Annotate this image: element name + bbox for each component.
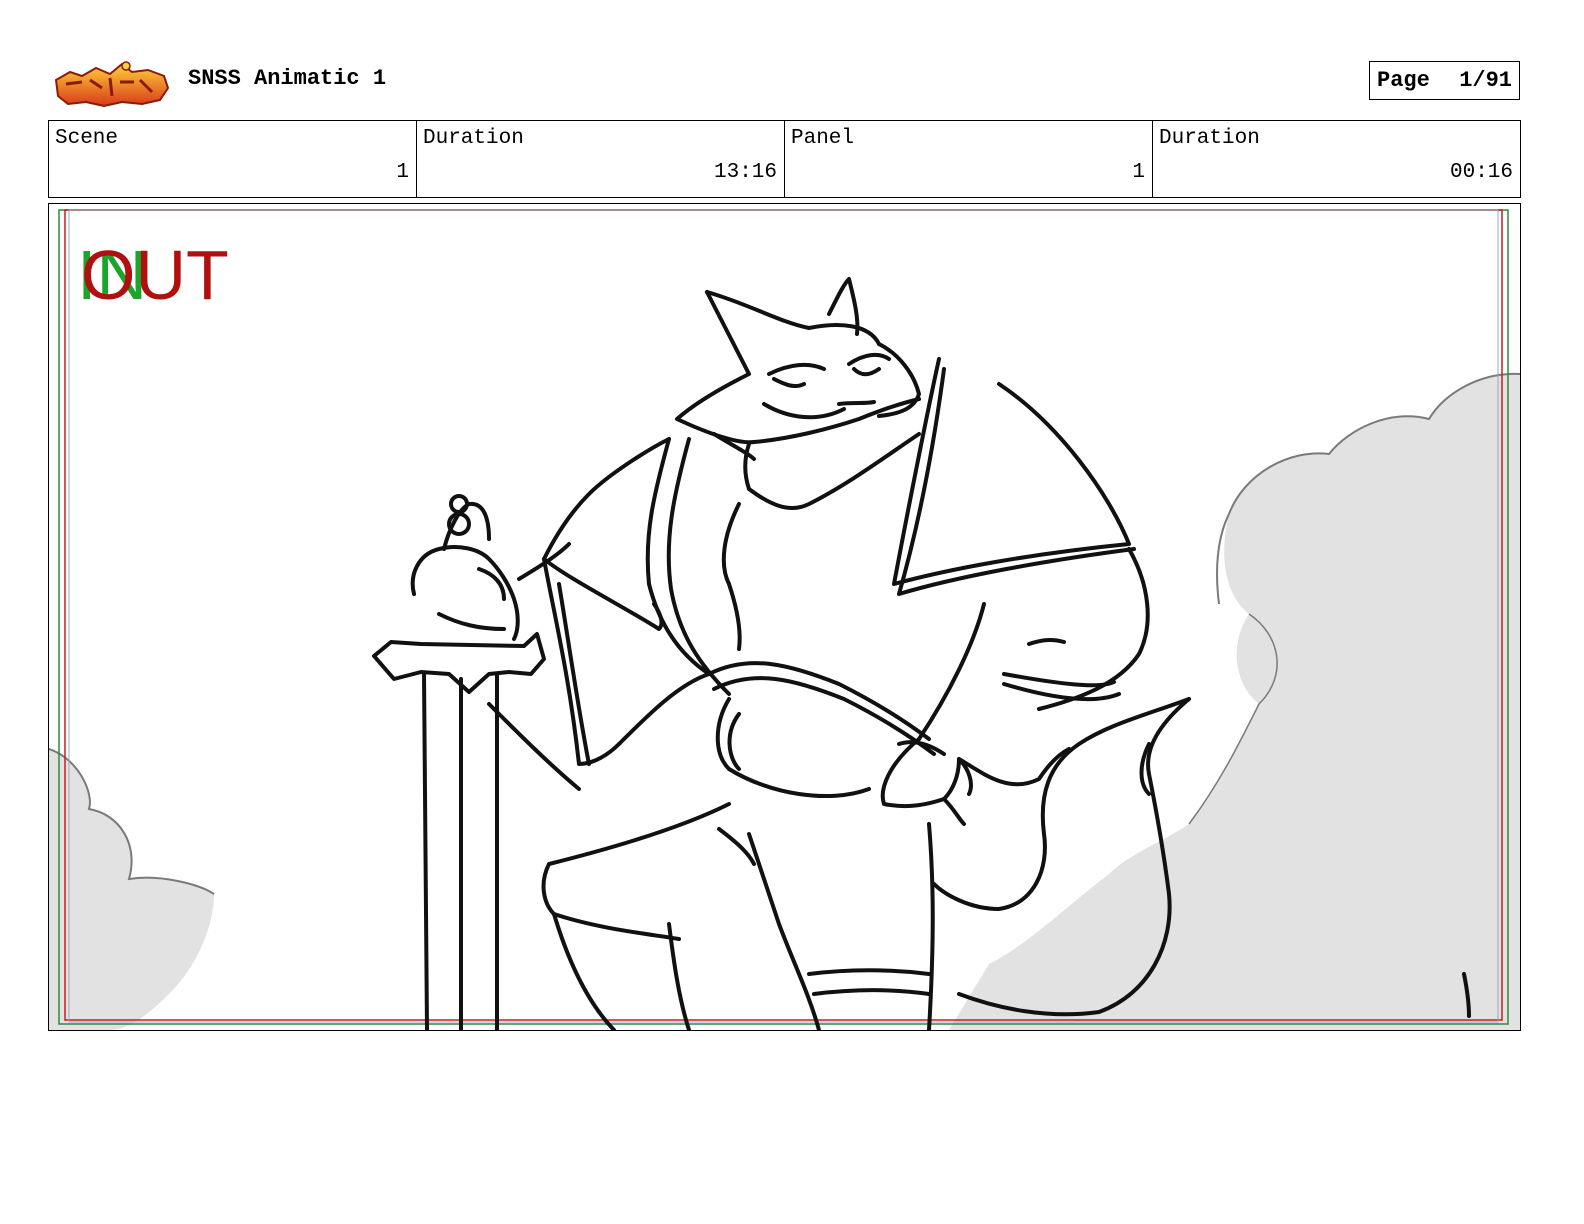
show-logo — [52, 58, 170, 108]
page-indicator: Page 1/91 — [1369, 61, 1520, 100]
scene-label: Scene — [55, 127, 119, 150]
scene-value: 1 — [396, 161, 409, 184]
scene-duration-label: Duration — [423, 127, 524, 150]
panel-duration-label: Duration — [1159, 127, 1260, 150]
panel-label: Panel — [791, 127, 855, 150]
page-value: 1/91 — [1459, 68, 1512, 93]
page-label: Page — [1377, 68, 1430, 93]
storyboard-panel: IN OUT — [48, 203, 1521, 1031]
cloud-left — [49, 748, 215, 1030]
in-out-marks: IN OUT — [77, 236, 229, 314]
document-title: SNSS Animatic 1 — [188, 66, 387, 91]
panel-duration-value: 00:16 — [1449, 161, 1513, 184]
scene-duration-value: 13:16 — [713, 161, 777, 184]
panel-duration-cell: Duration 00:16 — [1153, 121, 1520, 197]
panel-value: 1 — [1132, 161, 1145, 184]
cloud-right — [949, 372, 1520, 1030]
panel-cell: Panel 1 — [785, 121, 1153, 197]
scene-info-table: Scene 1 Duration 13:16 Panel 1 Duration … — [48, 120, 1521, 198]
panel-drawing: IN OUT — [49, 209, 1520, 1030]
out-mark: OUT — [81, 236, 229, 314]
scene-duration-cell: Duration 13:16 — [417, 121, 785, 197]
scene-cell: Scene 1 — [49, 121, 417, 197]
